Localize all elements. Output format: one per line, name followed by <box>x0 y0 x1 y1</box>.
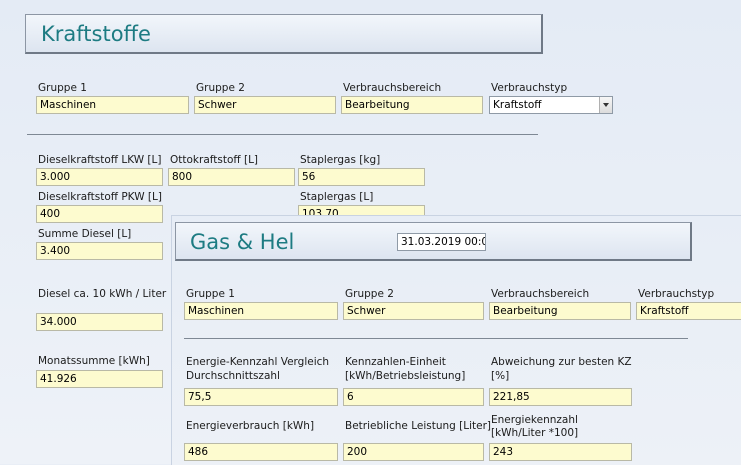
summe-diesel-label: Summe Diesel [L] <box>38 228 132 240</box>
verbrauchstyp-value: Kraftstoff <box>493 99 542 111</box>
monatssumme-label: Monatssumme [kWh] <box>38 355 150 367</box>
verbrauchstyp-field[interactable]: Kraftstoff <box>636 302 741 320</box>
betriebliche-leistung-field[interactable]: 200 <box>343 443 484 461</box>
kz-einheit-field[interactable]: 6 <box>343 388 484 406</box>
gruppe1-label: Gruppe 1 <box>38 82 87 94</box>
divider <box>27 134 538 135</box>
gas-form: Gas & Hel 31.03.2019 00:00: Gruppe 1 Mas… <box>171 215 741 465</box>
form-title: Gas & Hel <box>190 230 295 254</box>
abweichung-field[interactable]: 221,85 <box>489 388 632 406</box>
abweichung-label-2: [%] <box>491 370 510 382</box>
gruppe2-field[interactable]: Schwer <box>343 302 484 320</box>
verbrauchsbereich-label: Verbrauchsbereich <box>491 288 590 300</box>
gruppe1-field[interactable]: Maschinen <box>36 96 189 114</box>
diesel-lkw-field[interactable]: 3.000 <box>36 168 163 186</box>
kz-vergleich-label: Energie-Kennzahl Vergleich <box>186 356 330 368</box>
energiekennzahl-label: Energiekennzahl <box>491 414 578 426</box>
energieverbrauch-field[interactable]: 486 <box>184 443 338 461</box>
summe-diesel-field[interactable]: 3.400 <box>36 242 163 260</box>
date-field[interactable]: 31.03.2019 00:00: <box>397 233 486 251</box>
verbrauchstyp-select[interactable]: Kraftstoff <box>489 96 613 114</box>
dropdown-button[interactable] <box>599 97 612 113</box>
form-title: Kraftstoffe <box>41 22 151 46</box>
energieverbrauch-label: Energieverbrauch [kWh] <box>186 420 315 432</box>
abweichung-label: Abweichung zur besten KZ <box>491 356 632 368</box>
form-header: Gas & Hel 31.03.2019 00:00: <box>175 222 692 261</box>
gruppe2-label: Gruppe 2 <box>345 288 394 300</box>
chevron-down-icon <box>603 103 609 107</box>
gruppe1-field[interactable]: Maschinen <box>184 302 338 320</box>
kz-vergleich-field[interactable]: 75,5 <box>184 388 338 406</box>
staplergas-l-label: Staplergas [L] <box>300 191 374 203</box>
monatssumme-field[interactable]: 41.926 <box>36 370 163 388</box>
divider <box>184 338 688 339</box>
verbrauchstyp-label: Verbrauchstyp <box>491 82 568 94</box>
diesel-kwh-label: Diesel ca. 10 kWh / Liter <box>38 288 167 300</box>
diesel-pkw-field[interactable]: 400 <box>36 205 163 223</box>
gruppe1-label: Gruppe 1 <box>186 288 235 300</box>
kz-einheit-label-2: [kWh/Betriebsleistung] <box>345 370 466 382</box>
diesel-kwh-field[interactable]: 34.000 <box>36 313 163 331</box>
gruppe2-label: Gruppe 2 <box>196 82 245 94</box>
staplergas-kg-label: Staplergas [kg] <box>300 154 381 166</box>
verbrauchstyp-label: Verbrauchstyp <box>638 288 715 300</box>
energiekennzahl-field[interactable]: 243 <box>489 443 632 461</box>
verbrauchsbereich-label: Verbrauchsbereich <box>343 82 442 94</box>
diesel-lkw-label: Dieselkraftstoff LKW [L] <box>38 154 162 166</box>
energiekennzahl-label-2: [kWh/Liter *100] <box>491 427 579 439</box>
diesel-pkw-label: Dieselkraftstoff PKW [L] <box>38 191 162 203</box>
otto-field[interactable]: 800 <box>168 168 295 186</box>
betriebliche-leistung-label: Betriebliche Leistung [Liter] <box>345 420 491 432</box>
otto-label: Ottokraftstoff [L] <box>170 154 259 166</box>
kz-vergleich-label-2: Durchschnittszahl <box>186 370 280 382</box>
gruppe2-field[interactable]: Schwer <box>194 96 336 114</box>
form-header: Kraftstoffe <box>25 14 543 54</box>
verbrauchsbereich-field[interactable]: Bearbeitung <box>341 96 483 114</box>
staplergas-kg-field[interactable]: 56 <box>298 168 425 186</box>
verbrauchsbereich-field[interactable]: Bearbeitung <box>489 302 631 320</box>
kz-einheit-label: Kennzahlen-Einheit <box>345 356 446 368</box>
